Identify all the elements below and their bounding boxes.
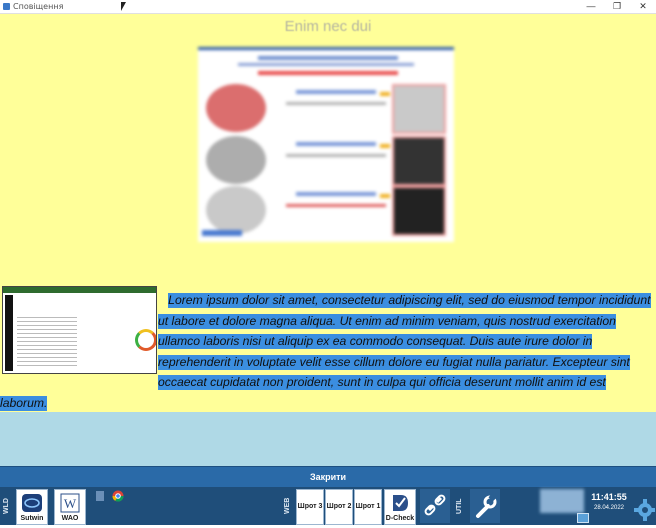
settings-tool-button[interactable] xyxy=(470,489,500,523)
d-check-icon xyxy=(393,495,408,511)
maximize-button[interactable]: ❐ xyxy=(604,0,630,13)
sutwin-app-button[interactable]: Sutwin xyxy=(16,489,48,525)
wao-app-button[interactable]: W WAO xyxy=(54,489,86,525)
gear-icon[interactable] xyxy=(633,490,655,524)
illustration-image xyxy=(198,47,454,242)
close-window-button[interactable]: ✕ xyxy=(630,0,656,13)
close-button[interactable]: Закрити xyxy=(0,466,656,487)
file-icon[interactable] xyxy=(96,491,104,501)
mouse-cursor-icon xyxy=(121,2,126,11)
app-icon xyxy=(3,3,10,10)
shrot-2-button[interactable]: Шрот 2 xyxy=(325,489,353,525)
wao-label: WAO xyxy=(61,515,79,522)
notification-heading: Enim nec dui xyxy=(284,18,372,35)
notification-content: Enim nec dui Lorem ipsum dolor sit amet,… xyxy=(0,14,656,412)
d-check-button[interactable]: D-Check xyxy=(384,489,416,525)
sutwin-label: Sutwin xyxy=(20,515,44,522)
web-label: WEB xyxy=(284,497,291,515)
shrot-3-button[interactable]: Шрот 3 xyxy=(296,489,324,525)
clock-time: 11:41:55 xyxy=(591,492,627,502)
document-w-icon: W xyxy=(60,493,80,513)
notification-body: Lorem ipsum dolor sit amet, consectetur … xyxy=(0,290,652,414)
blurred-panel xyxy=(540,489,584,513)
d-check-label: D-Check xyxy=(385,515,415,522)
minimize-button[interactable]: — xyxy=(578,0,604,13)
svg-text:W: W xyxy=(64,496,77,511)
util-label: UTIL xyxy=(456,498,463,514)
wrench-icon xyxy=(476,493,497,518)
shrot-1-button[interactable]: Шрот 1 xyxy=(354,489,382,525)
title-bar: Сповіщення — ❐ ✕ xyxy=(0,0,656,14)
chrome-icon[interactable] xyxy=(112,490,124,502)
lower-panel xyxy=(0,412,656,466)
monitor-icon[interactable] xyxy=(577,513,589,523)
clock: 11:41:55 28.04.2022 xyxy=(586,492,632,513)
link-icon xyxy=(424,494,446,516)
sutwin-icon xyxy=(22,494,42,512)
wld-label: WLD xyxy=(3,498,10,514)
clock-date: 28.04.2022 xyxy=(593,505,625,511)
link-button[interactable] xyxy=(420,489,450,523)
window-title: Сповіщення xyxy=(13,2,64,11)
